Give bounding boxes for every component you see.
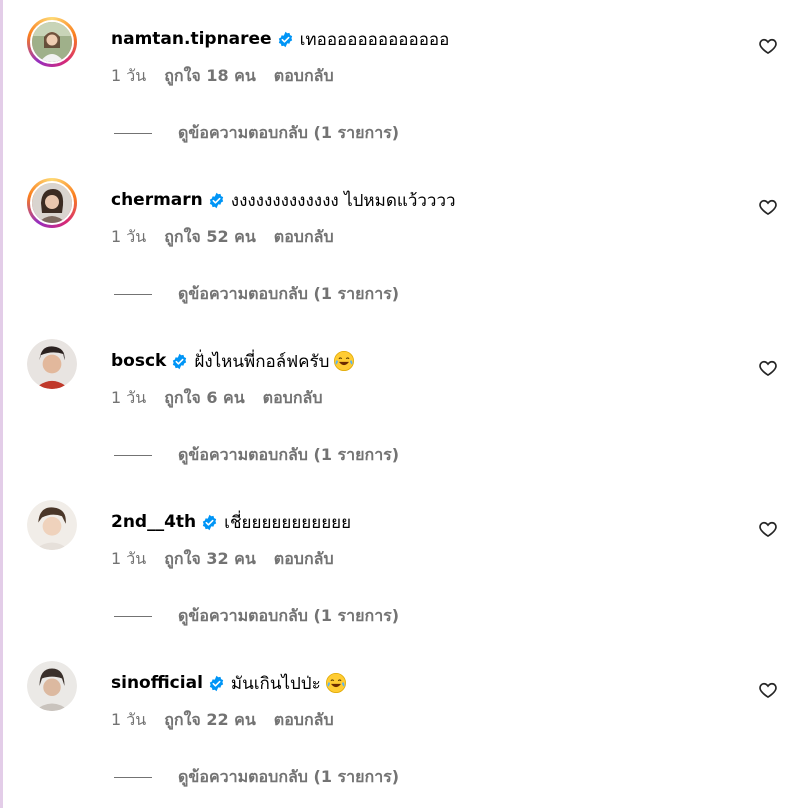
heart-outline-icon[interactable] [758, 358, 778, 378]
comment-line: chermarn งงงงงงงงงงงงง ไปหมดแว้วววว [111, 188, 456, 212]
comment-time: 1 วัน [111, 227, 147, 246]
comment-line: sinofficial มันเกินไปป่ะ [111, 671, 347, 695]
verified-badge-icon [208, 192, 225, 209]
face-with-tears-of-joy-icon [333, 350, 355, 372]
view-replies-dash [114, 455, 152, 456]
avatar[interactable] [27, 500, 77, 550]
comment-text: เชี่ยยยยยยยยยยย [224, 512, 352, 533]
view-replies-label: ดูข้อความตอบกลับ (1 รายการ) [178, 284, 400, 303]
view-replies-button[interactable]: ดูข้อความตอบกลับ (1 รายการ) [114, 121, 399, 146]
username-link[interactable]: sinofficial [111, 673, 203, 693]
like-count[interactable]: ถูกใจ 18 คน [164, 64, 256, 89]
comment-text: มันเกินไปป่ะ [230, 673, 321, 694]
avatar[interactable] [27, 339, 77, 389]
reply-button[interactable]: ตอบกลับ [274, 547, 334, 572]
reply-button[interactable]: ตอบกลับ [263, 386, 323, 411]
heart-outline-icon[interactable] [758, 680, 778, 700]
reply-button[interactable]: ตอบกลับ [274, 708, 334, 733]
verified-badge-icon [201, 514, 218, 531]
like-count[interactable]: ถูกใจ 6 คน [164, 386, 244, 411]
view-replies-button[interactable]: ดูข้อความตอบกลับ (1 รายการ) [114, 765, 399, 790]
like-count[interactable]: ถูกใจ 22 คน [164, 708, 256, 733]
username-link[interactable]: bosck [111, 351, 166, 371]
comment-item: sinofficial มันเกินไปป่ะ 1 วัน ถูกใจ 22 … [0, 644, 800, 805]
verified-badge-icon [208, 675, 225, 692]
comment-time: 1 วัน [111, 710, 147, 729]
verified-badge-icon [277, 31, 294, 48]
comment-meta: 1 วัน ถูกใจ 52 คน ตอบกลับ [111, 225, 334, 250]
like-count[interactable]: ถูกใจ 52 คน [164, 225, 256, 250]
view-replies-button[interactable]: ดูข้อความตอบกลับ (1 รายการ) [114, 604, 399, 629]
view-replies-label: ดูข้อความตอบกลับ (1 รายการ) [178, 123, 400, 142]
view-replies-dash [114, 294, 152, 295]
username-link[interactable]: chermarn [111, 190, 203, 210]
heart-outline-icon[interactable] [758, 36, 778, 56]
verified-badge-icon [171, 353, 188, 370]
reply-button[interactable]: ตอบกลับ [274, 225, 334, 250]
avatar[interactable] [27, 661, 77, 711]
username-link[interactable]: namtan.tipnaree [111, 29, 272, 49]
view-replies-label: ดูข้อความตอบกลับ (1 รายการ) [178, 445, 400, 464]
comment-item: chermarn งงงงงงงงงงงงง ไปหมดแว้วววว 1 วั… [0, 161, 800, 322]
comment-time: 1 วัน [111, 66, 147, 85]
heart-outline-icon[interactable] [758, 519, 778, 539]
comment-meta: 1 วัน ถูกใจ 18 คน ตอบกลับ [111, 64, 334, 89]
comment-time: 1 วัน [111, 549, 147, 568]
comment-line: 2nd__4th เชี่ยยยยยยยยยยย [111, 510, 351, 534]
comment-text: งงงงงงงงงงงงง ไปหมดแว้วววว [230, 190, 456, 211]
comment-item: 2nd__4th เชี่ยยยยยยยยยยย 1 วัน ถูกใจ 32 … [0, 483, 800, 644]
comment-list: namtan.tipnaree เทอออออออออออออ 1 วัน ถู… [0, 0, 800, 805]
view-replies-dash [114, 616, 152, 617]
avatar[interactable] [27, 178, 77, 228]
view-replies-button[interactable]: ดูข้อความตอบกลับ (1 รายการ) [114, 282, 399, 307]
like-count[interactable]: ถูกใจ 32 คน [164, 547, 256, 572]
comment-line: bosck ฝั่งไหนพี่กอล์ฟครับ [111, 349, 355, 373]
view-replies-label: ดูข้อความตอบกลับ (1 รายการ) [178, 767, 400, 786]
reply-button[interactable]: ตอบกลับ [274, 64, 334, 89]
comment-item: bosck ฝั่งไหนพี่กอล์ฟครับ 1 วัน ถูกใจ 6 … [0, 322, 800, 483]
comment-text: ฝั่งไหนพี่กอล์ฟครับ [194, 351, 330, 372]
comment-line: namtan.tipnaree เทอออออออออออออ [111, 27, 449, 51]
heart-outline-icon[interactable] [758, 197, 778, 217]
view-replies-label: ดูข้อความตอบกลับ (1 รายการ) [178, 606, 400, 625]
comment-item: namtan.tipnaree เทอออออออออออออ 1 วัน ถู… [0, 0, 800, 161]
face-with-tears-of-joy-icon [325, 672, 347, 694]
avatar[interactable] [27, 17, 77, 67]
username-link[interactable]: 2nd__4th [111, 512, 196, 532]
view-replies-dash [114, 777, 152, 778]
comment-text: เทอออออออออออออ [299, 29, 450, 50]
view-replies-dash [114, 133, 152, 134]
comment-meta: 1 วัน ถูกใจ 22 คน ตอบกลับ [111, 708, 334, 733]
comment-time: 1 วัน [111, 388, 147, 407]
view-replies-button[interactable]: ดูข้อความตอบกลับ (1 รายการ) [114, 443, 399, 468]
comment-meta: 1 วัน ถูกใจ 6 คน ตอบกลับ [111, 386, 322, 411]
comment-meta: 1 วัน ถูกใจ 32 คน ตอบกลับ [111, 547, 334, 572]
